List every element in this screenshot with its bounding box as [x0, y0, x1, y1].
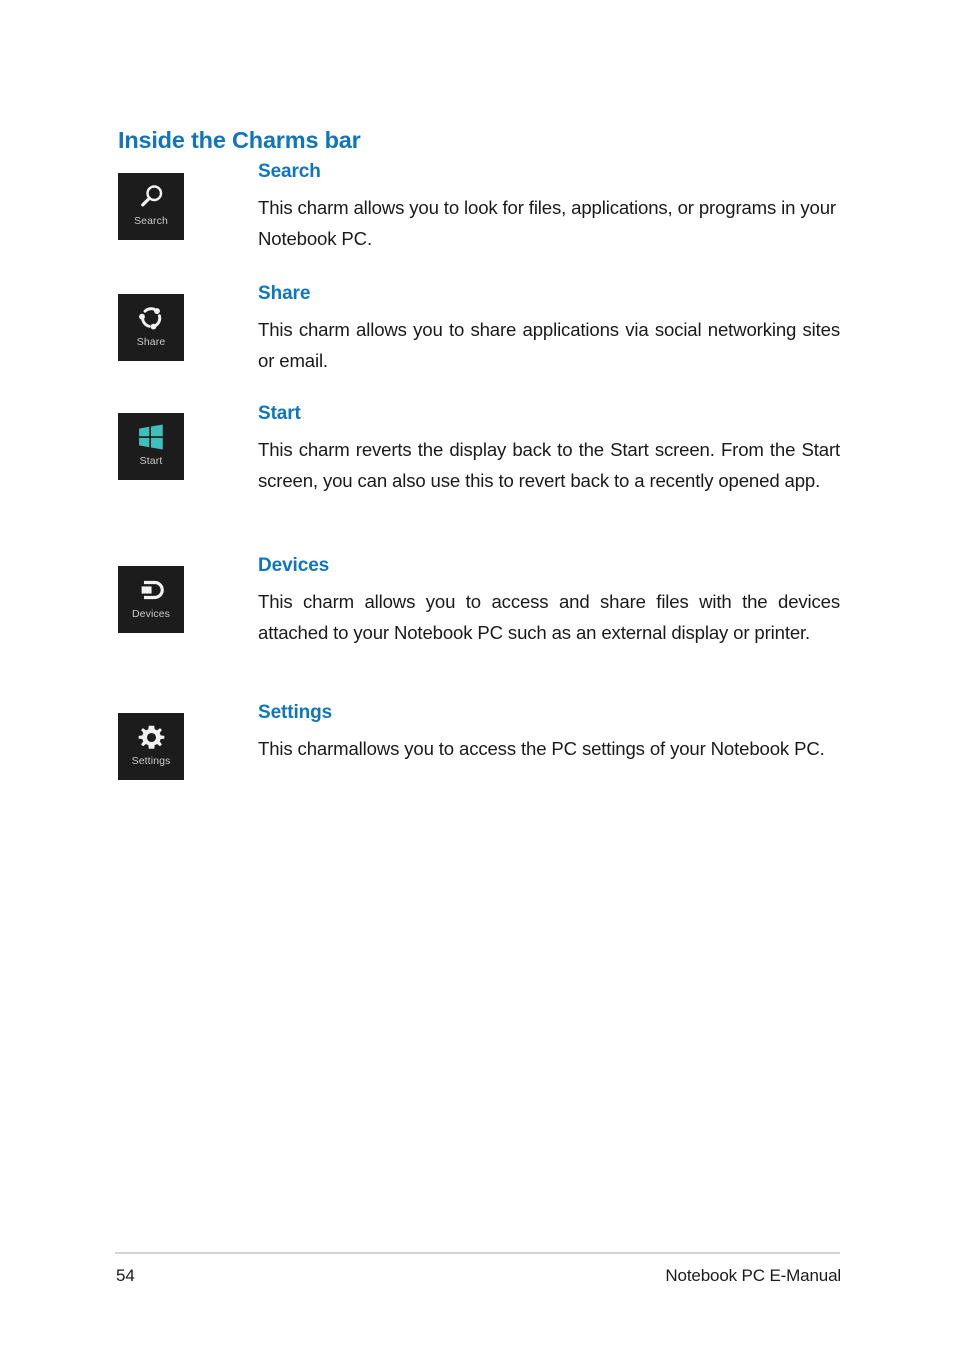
charms-list: Search Search This charm allows you to l… [0, 160, 954, 821]
charm-tile-label: Devices [131, 608, 171, 620]
charm-description: This charm allows you to share applicati… [258, 319, 840, 371]
charm-body-settings: Settings This charmallows you to access … [258, 701, 840, 765]
charm-body-devices: Devices This charm allows you to access … [258, 554, 840, 648]
charm-tile-search[interactable]: Search [118, 173, 184, 240]
charm-row-share: Share Share This charm allows you to sha… [0, 282, 954, 402]
charm-body-share: Share This charm allows you to share app… [258, 282, 840, 376]
charm-body-start: Start This charm reverts the display bac… [258, 402, 840, 496]
devices-icon [118, 566, 184, 608]
charm-body-search: Search This charm allows you to look for… [258, 160, 840, 254]
footer-divider [115, 1252, 840, 1254]
charm-description: This charm allows you to look for files,… [258, 197, 836, 249]
charm-row-start: Start Start This charm reverts the displ… [0, 402, 954, 554]
charm-description: This charm reverts the display back to t… [258, 439, 840, 491]
charm-tile-label: Start [139, 455, 163, 467]
gear-icon [118, 713, 184, 755]
charm-tile-label: Share [136, 336, 166, 348]
charm-row-search: Search Search This charm allows you to l… [0, 160, 954, 282]
charm-row-settings: Settings Settings This charmallows you t… [0, 701, 954, 821]
windows-logo-icon [118, 413, 184, 455]
charm-tile-settings[interactable]: Settings [118, 713, 184, 780]
charm-description: This charmallows you to access the PC se… [258, 738, 825, 759]
charm-row-devices: Devices Devices This charm allows you to… [0, 554, 954, 701]
charm-title: Search [258, 161, 321, 182]
charm-title: Settings [258, 702, 333, 723]
share-circle-icon [118, 294, 184, 336]
charm-tile-start[interactable]: Start [118, 413, 184, 480]
charm-title: Start [258, 403, 301, 424]
manual-page: Inside the Charms bar Search Search This… [0, 0, 954, 1345]
charm-tile-devices[interactable]: Devices [118, 566, 184, 633]
charm-tile-label: Settings [131, 755, 171, 767]
charm-tile-label: Search [134, 215, 168, 227]
charm-title: Devices [258, 555, 330, 576]
page-number: 54 [116, 1266, 135, 1285]
charm-description: This charm allows you to access and shar… [258, 591, 840, 643]
magnifier-icon [118, 173, 184, 215]
charm-title: Share [258, 283, 311, 304]
charm-tile-share[interactable]: Share [118, 294, 184, 361]
footer-document-title: Notebook PC E-Manual [665, 1266, 841, 1285]
page-title: Inside the Charms bar [118, 126, 361, 153]
